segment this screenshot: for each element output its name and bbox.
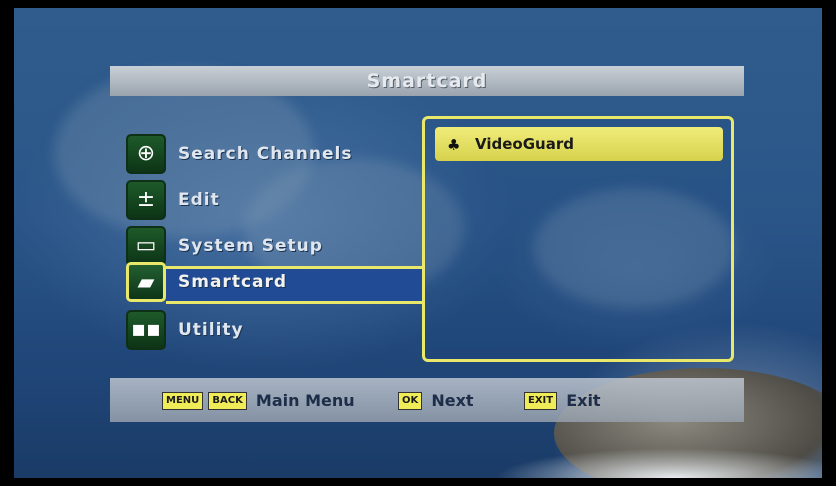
menu-item-edit[interactable]: ± Edit	[126, 180, 406, 220]
hint-next: OK Next	[398, 390, 474, 410]
menu-item-system-setup[interactable]: ▭ System Setup	[126, 226, 406, 266]
exit-key: EXIT	[524, 391, 558, 410]
menu-item-utility[interactable]: ▪▪ Utility	[126, 310, 406, 350]
menu-item-label: Edit	[178, 190, 220, 210]
menu-item-smartcard[interactable]: ▰ Smartcard	[126, 262, 406, 302]
submenu-item-label: VideoGuard	[475, 135, 574, 153]
hint-bar: MENU BACK Main Menu OK Next EXIT Exit	[110, 378, 744, 422]
exit-label: Exit	[566, 390, 601, 410]
menu-item-search-channels[interactable]: ⊕ Search Channels	[126, 134, 406, 174]
menu-item-label: System Setup	[178, 236, 323, 256]
menu-item-label: Smartcard	[178, 272, 288, 292]
smartcard-icon: ▰	[126, 262, 166, 302]
submenu-item-videoguard[interactable]: ♣ VideoGuard	[435, 127, 723, 161]
next-label: Next	[431, 390, 474, 410]
background-wave	[494, 448, 822, 478]
card-icon: ♣	[447, 136, 461, 154]
menu-key: MENU	[162, 391, 204, 410]
hint-main-menu: MENU BACK Main Menu	[162, 390, 355, 410]
submenu-panel: ♣ VideoGuard	[422, 116, 734, 362]
tv-screen: Smartcard ⊕ Search Channels ± Edit ▭ Sys…	[14, 8, 822, 478]
screen-title: Smartcard	[110, 66, 744, 96]
utility-icon: ▪▪	[126, 310, 166, 350]
monitor-icon: ▭	[126, 226, 166, 266]
search-plus-icon: ⊕	[126, 134, 166, 174]
ok-key: OK	[398, 391, 423, 410]
edit-list-icon: ±	[126, 180, 166, 220]
main-menu-label: Main Menu	[255, 390, 355, 410]
hint-exit: EXIT Exit	[524, 390, 601, 410]
back-key: BACK	[208, 391, 247, 410]
menu-item-label: Utility	[178, 320, 244, 340]
menu-item-label: Search Channels	[178, 144, 353, 164]
